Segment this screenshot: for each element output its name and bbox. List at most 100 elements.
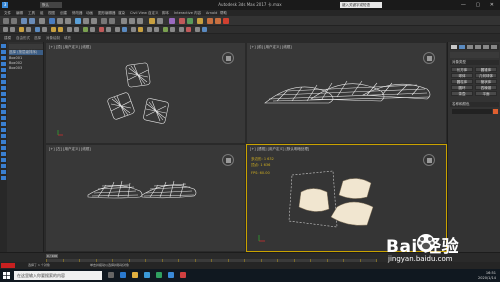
display-none-icon[interactable] (1, 44, 6, 48)
display-geometry-icon[interactable] (1, 50, 6, 54)
display-bones-icon[interactable] (1, 98, 6, 102)
tool-icon-11[interactable] (83, 27, 88, 32)
render-icon[interactable] (223, 18, 229, 24)
tool-icon-6[interactable] (42, 27, 47, 32)
object-name-field[interactable] (452, 109, 492, 114)
display-children-icon[interactable] (1, 134, 6, 138)
rotate-icon[interactable] (83, 18, 89, 24)
layer-icon[interactable] (169, 18, 175, 24)
percent-snap-icon[interactable] (137, 18, 143, 24)
tool-icon-13[interactable] (99, 27, 104, 32)
create-teapot-button[interactable]: 茶壶 (451, 91, 473, 96)
create-geosphere-button[interactable]: 几何球体 (475, 73, 497, 78)
ribbon-tab-populate[interactable]: 填充 (64, 35, 71, 41)
section-name-color[interactable]: 名称和颜色 (450, 102, 499, 107)
edge-icon[interactable] (120, 272, 126, 278)
tool-icon-26[interactable] (202, 27, 207, 32)
tool-icon-2[interactable] (10, 27, 15, 32)
lock-icon[interactable] (1, 164, 6, 168)
render-setup-icon[interactable] (207, 18, 213, 24)
tool-icon-23[interactable] (179, 27, 184, 32)
create-torus-button[interactable]: 圆环 (451, 85, 473, 90)
taskbar-clock[interactable]: 16:51 2020/1/14 (478, 271, 496, 280)
display-containers-icon[interactable] (1, 104, 6, 108)
tool-icon-3[interactable] (19, 27, 24, 32)
viewport-top[interactable]: [+] [顶] [用户定义] [线框] (45, 42, 246, 144)
tool-icon-20[interactable] (154, 27, 159, 32)
sync-selection-icon[interactable] (1, 146, 6, 150)
ribbon-tab-freeform[interactable]: 自由形式 (16, 35, 30, 41)
display-groups-icon[interactable] (1, 86, 6, 90)
viewport-front[interactable]: [+] [前] [用户定义] [线框] (246, 42, 447, 144)
display-helpers-icon[interactable] (1, 74, 6, 78)
display-frozen-icon[interactable] (1, 110, 6, 114)
tool-icon-15[interactable] (115, 27, 120, 32)
select-by-name-icon[interactable] (57, 18, 63, 24)
search-input[interactable]: 键入关键字或短语 (340, 2, 382, 8)
material-editor-icon[interactable] (197, 18, 203, 24)
align-icon[interactable] (157, 18, 163, 24)
unlink-icon[interactable] (29, 18, 35, 24)
create-sphere-button[interactable]: 球体 (451, 73, 473, 78)
tool-icon-14[interactable] (106, 27, 111, 32)
selection-filter-icon[interactable] (39, 18, 45, 24)
tool-icon-4[interactable] (26, 27, 31, 32)
create-pyramid-button[interactable]: 四棱锥 (475, 85, 497, 90)
windows-start-icon[interactable] (3, 272, 10, 279)
tool-icon-12[interactable] (90, 27, 95, 32)
utilities-tab-icon[interactable] (491, 45, 497, 49)
display-spacewarps-icon[interactable] (1, 80, 6, 84)
scale-icon[interactable] (91, 18, 97, 24)
display-influences-icon[interactable] (1, 140, 6, 144)
tool-icon-18[interactable] (138, 27, 143, 32)
app-red-icon[interactable] (180, 272, 186, 278)
create-box-button[interactable]: 长方体 (451, 67, 473, 72)
task-view-icon[interactable] (108, 272, 114, 278)
explorer-root-row[interactable]: 选择 (按层级排序) (9, 50, 43, 55)
viewport-left[interactable]: [+] [左] [用户定义] [线框] (45, 144, 246, 252)
display-shapes-icon[interactable] (1, 56, 6, 60)
tool-icon-5[interactable] (35, 27, 40, 32)
display-lights-icon[interactable] (1, 62, 6, 66)
expand-icon[interactable] (1, 170, 6, 174)
create-cylinder-button[interactable]: 圆柱体 (451, 79, 473, 84)
explorer-row[interactable]: Box003 (9, 66, 22, 71)
find-icon[interactable] (1, 158, 6, 162)
create-plane-button[interactable]: 平面 (475, 91, 497, 96)
tool-icon-1[interactable] (3, 27, 8, 32)
create-category-icons[interactable] (450, 52, 499, 58)
select-object-icon[interactable] (49, 18, 55, 24)
tool-icon-16[interactable] (122, 27, 127, 32)
section-object-type[interactable]: 对象类型 (450, 60, 499, 65)
tool-icon-22[interactable] (170, 27, 175, 32)
hierarchy-tab-icon[interactable] (467, 45, 473, 49)
pivot-icon[interactable] (109, 18, 115, 24)
3dsmax-task-icon[interactable] (168, 272, 174, 278)
ribbon-tab-modeling[interactable]: 建模 (4, 35, 11, 41)
object-color-swatch[interactable] (493, 109, 498, 114)
tool-icon-24[interactable] (186, 27, 191, 32)
create-tab-icon[interactable] (451, 45, 457, 49)
app-green-icon[interactable] (156, 272, 162, 278)
link-icon[interactable] (21, 18, 27, 24)
display-xrefs-icon[interactable] (1, 92, 6, 96)
window-controls[interactable]: — ▢ ✕ (461, 0, 498, 10)
collapse-icon[interactable] (1, 176, 6, 180)
tool-icon-17[interactable] (131, 27, 136, 32)
create-tube-button[interactable]: 管状体 (475, 79, 497, 84)
rect-selection-icon[interactable] (65, 18, 71, 24)
tool-icon-21[interactable] (163, 27, 168, 32)
tool-icon-25[interactable] (195, 27, 200, 32)
move-icon[interactable] (75, 18, 81, 24)
undo-icon[interactable] (3, 18, 9, 24)
mirror-icon[interactable] (149, 18, 155, 24)
curve-editor-icon[interactable] (179, 18, 185, 24)
modify-tab-icon[interactable] (459, 45, 465, 49)
tool-icon-9[interactable] (67, 27, 72, 32)
angle-snap-icon[interactable] (129, 18, 135, 24)
display-all-icon[interactable] (1, 122, 6, 126)
tool-icon-19[interactable] (147, 27, 152, 32)
redo-icon[interactable] (11, 18, 17, 24)
store-icon[interactable] (144, 272, 150, 278)
time-slider[interactable]: 0 / 100 (46, 254, 58, 258)
